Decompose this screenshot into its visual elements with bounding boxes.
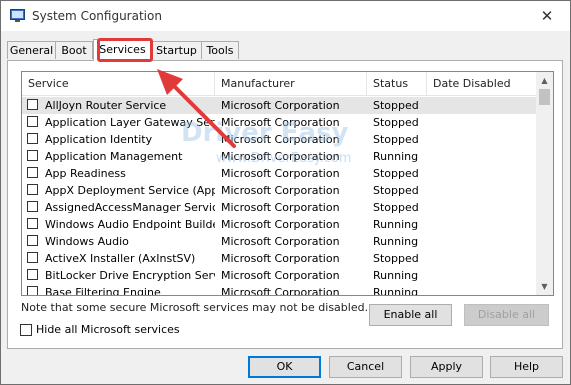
- system-configuration-window: System Configuration ✕ General Boot Serv…: [0, 0, 571, 385]
- annotation-arrow-icon: [157, 69, 236, 148]
